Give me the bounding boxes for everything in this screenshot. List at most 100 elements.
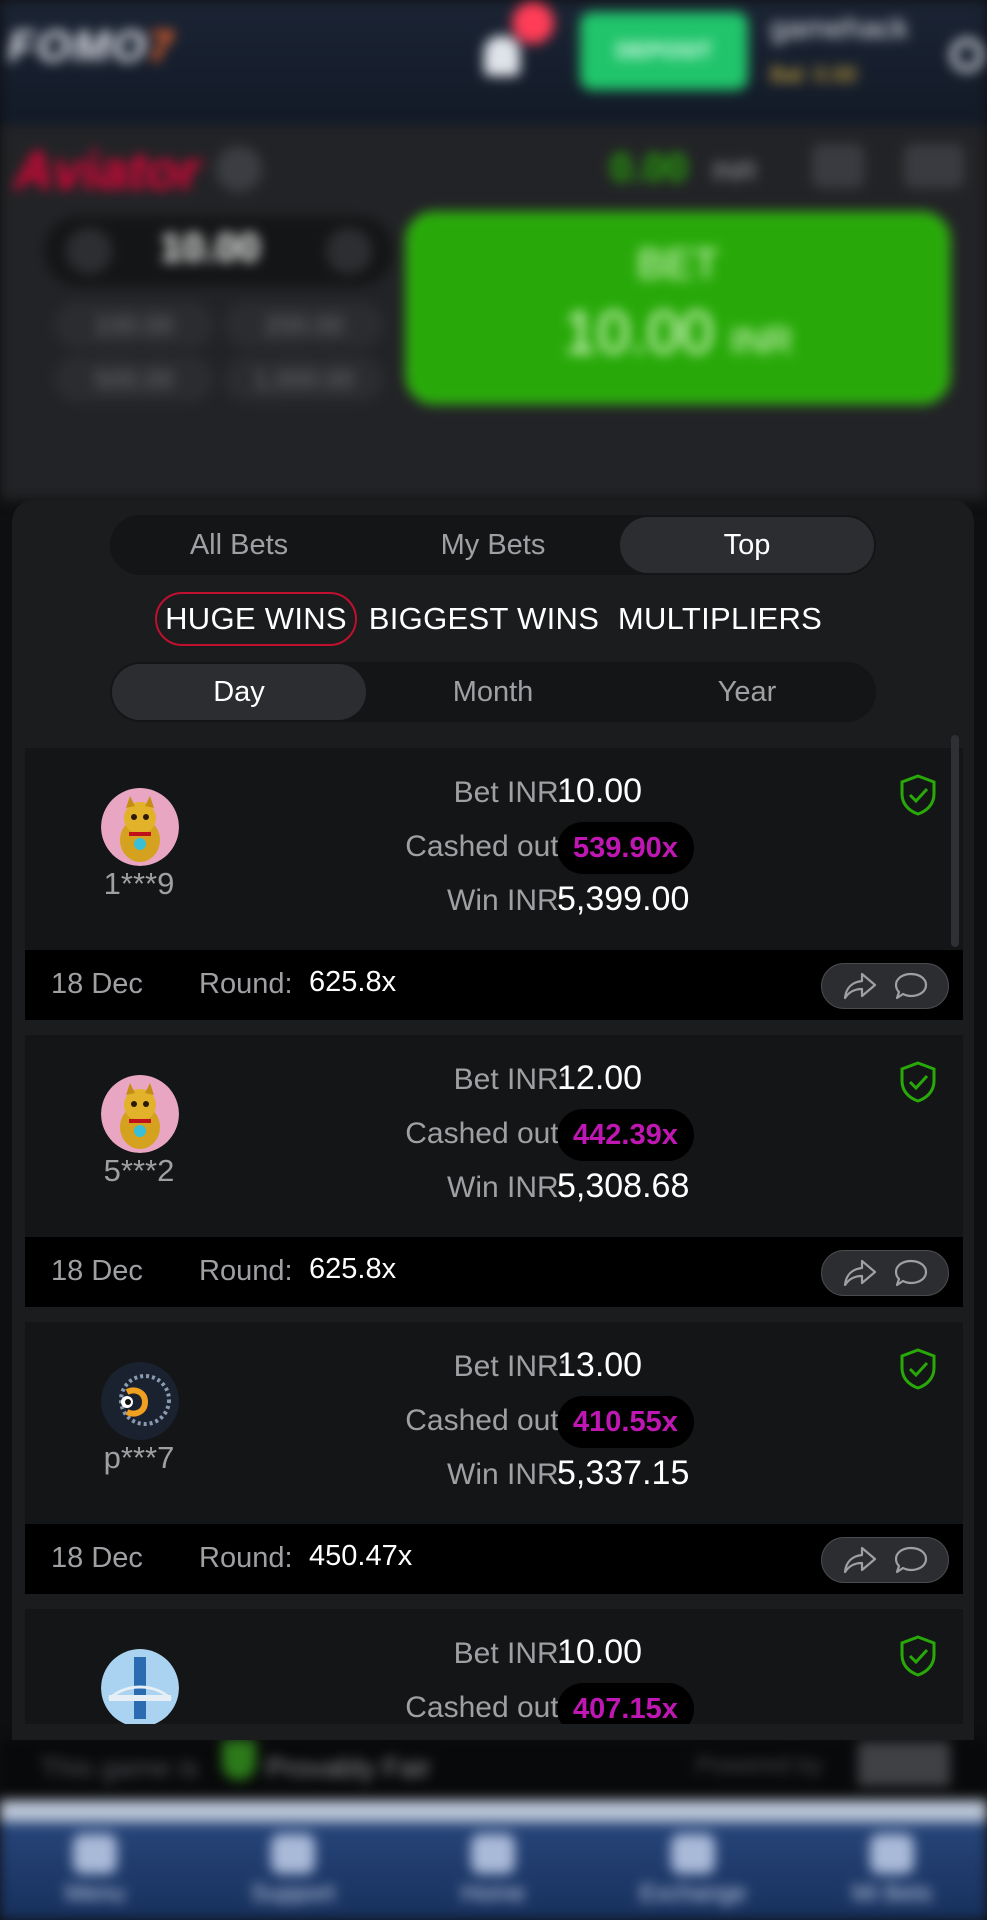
share-icon[interactable] xyxy=(842,970,878,1002)
game-balance-currency: INR xyxy=(712,156,757,186)
player-name: p***7 xyxy=(103,1440,175,1475)
bet-label: Bet INR: xyxy=(453,1637,567,1670)
shield-check-icon[interactable] xyxy=(899,1635,937,1677)
win-label: Win INR: xyxy=(447,884,567,917)
cashed-out-multiplier: 410.55x xyxy=(557,1396,694,1448)
bet-amount: 10.00 xyxy=(557,772,643,810)
category-multipliers[interactable]: MULTIPLIERS xyxy=(612,592,828,646)
nav-exchange[interactable]: Exchange xyxy=(618,1822,768,1920)
chat-icon[interactable] xyxy=(893,1544,929,1576)
nav-label: Menu xyxy=(64,1880,126,1907)
win-amount: 5,308.68 xyxy=(557,1167,690,1205)
provably-fair-link[interactable]: Provably Fair xyxy=(266,1752,431,1784)
bet-date: 18 Dec xyxy=(51,1542,143,1574)
help-icon[interactable] xyxy=(216,146,262,192)
cashed-out-label: Cashed out: xyxy=(405,830,567,863)
nav-home[interactable]: Home xyxy=(418,1822,568,1920)
round-label: Round: xyxy=(199,1255,293,1287)
bet-amount: 10.00 xyxy=(557,1633,643,1671)
bet-date: 18 Dec xyxy=(51,1255,143,1287)
avatar xyxy=(101,1362,179,1440)
period-year[interactable]: Year xyxy=(620,664,874,720)
shield-check-icon[interactable] xyxy=(899,1061,937,1103)
period-month[interactable]: Month xyxy=(366,664,620,720)
share-icon[interactable] xyxy=(842,1257,878,1289)
tab-top[interactable]: Top xyxy=(620,517,874,573)
provider-logo xyxy=(858,1742,950,1786)
home-icon xyxy=(471,1834,515,1874)
bets-list[interactable]: 1***9 Bet INR: 10.00 Cashed out: 539.90x… xyxy=(25,748,963,1724)
cashed-out-label: Cashed out: xyxy=(405,1691,567,1724)
player-name: 1***9 xyxy=(103,866,175,901)
win-amount: 5,337.15 xyxy=(557,1454,690,1492)
plus-icon[interactable] xyxy=(326,228,372,274)
tab-my-bets[interactable]: My Bets xyxy=(366,517,620,573)
cashed-out-label: Cashed out: xyxy=(405,1117,567,1150)
nav-support[interactable]: Support xyxy=(218,1822,368,1920)
site-logo[interactable]: FOMO7 xyxy=(8,22,174,72)
win-label: Win INR: xyxy=(447,1458,567,1491)
game-balance: 0.00 xyxy=(610,146,688,190)
gear-icon[interactable] xyxy=(950,38,984,72)
avatar xyxy=(101,1649,179,1724)
notification-badge xyxy=(512,2,554,44)
bets-icon xyxy=(870,1834,914,1874)
win-label: Win INR: xyxy=(447,1171,567,1204)
quick-amount-button[interactable]: 1,000.00 xyxy=(224,356,384,402)
fair-text: This game is xyxy=(40,1752,199,1783)
avatar xyxy=(101,788,179,866)
chat-icon[interactable] xyxy=(904,144,964,188)
nav-label: Mi Bets xyxy=(851,1880,932,1907)
bet-button-amount: 10.00 INR xyxy=(563,299,793,366)
shield-check-icon[interactable] xyxy=(899,1348,937,1390)
bet-button-label: BET xyxy=(637,240,719,287)
nav-label: Exchange xyxy=(639,1880,747,1907)
player-name: 5***2 xyxy=(103,1153,175,1188)
scrollbar[interactable] xyxy=(951,735,959,947)
cashed-out-multiplier: 442.39x xyxy=(557,1109,694,1161)
avatar xyxy=(101,1075,179,1153)
cashed-out-label: Cashed out: xyxy=(405,1404,567,1437)
nav-menu[interactable]: Menu xyxy=(20,1822,170,1920)
minus-icon[interactable] xyxy=(66,228,112,274)
game-logo: Aviator xyxy=(14,141,201,201)
quick-amount-button[interactable]: 500.00 xyxy=(54,356,214,402)
chat-icon[interactable] xyxy=(893,1257,929,1289)
exchange-icon xyxy=(671,1834,715,1874)
tab-all-bets[interactable]: All Bets xyxy=(112,517,366,573)
share-icon[interactable] xyxy=(842,1544,878,1576)
period-day[interactable]: Day xyxy=(112,664,366,720)
bet-label: Bet INR: xyxy=(453,1350,567,1383)
round-label: Round: xyxy=(199,1542,293,1574)
cashed-out-multiplier: 407.15x xyxy=(557,1683,694,1724)
support-icon xyxy=(271,1834,315,1874)
deposit-button[interactable]: DEPOSIT xyxy=(580,12,748,90)
chat-icon[interactable] xyxy=(893,970,929,1002)
bottom-nav-divider xyxy=(0,1800,987,1822)
round-value: 625.8x xyxy=(309,1253,397,1285)
stake-value: 10.00 xyxy=(160,226,261,270)
category-biggest-wins[interactable]: BIGGEST WINS xyxy=(362,592,606,646)
menu-icon[interactable] xyxy=(812,144,864,188)
powered-by: Powered by xyxy=(696,1752,823,1779)
top-balance: Bal: 0.00 xyxy=(770,62,857,87)
shield-icon xyxy=(222,1740,256,1780)
bet-label: Bet INR: xyxy=(453,1063,567,1096)
round-label: Round: xyxy=(199,968,293,1000)
quick-amount-button[interactable]: 100.00 xyxy=(54,302,214,348)
cashed-out-multiplier: 539.90x xyxy=(557,822,694,874)
card-actions[interactable] xyxy=(821,1537,949,1583)
nav-label: Home xyxy=(460,1880,526,1907)
card-actions[interactable] xyxy=(821,963,949,1009)
menu-icon xyxy=(73,1834,117,1874)
round-value: 625.8x xyxy=(309,966,397,998)
category-huge-wins[interactable]: HUGE WINS xyxy=(155,592,357,646)
nav-my-bets[interactable]: Mi Bets xyxy=(817,1822,967,1920)
bell-icon[interactable] xyxy=(484,36,520,76)
bet-amount: 12.00 xyxy=(557,1059,643,1097)
shield-check-icon[interactable] xyxy=(899,774,937,816)
bet-amount: 13.00 xyxy=(557,1346,643,1384)
quick-amount-button[interactable]: 200.00 xyxy=(224,302,384,348)
bet-label: Bet INR: xyxy=(453,776,567,809)
card-actions[interactable] xyxy=(821,1250,949,1296)
